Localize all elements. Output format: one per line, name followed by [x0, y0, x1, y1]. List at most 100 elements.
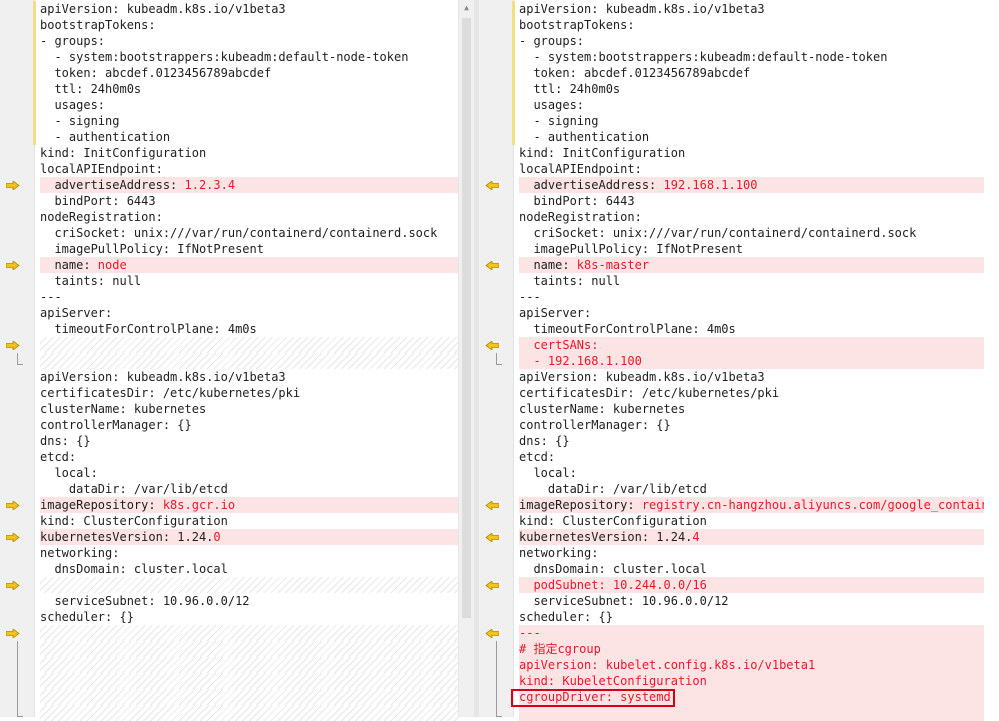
code-line[interactable]: clusterName: kubernetes [479, 401, 984, 417]
code-line[interactable]: clusterName: kubernetes [0, 401, 459, 417]
code-line[interactable]: - groups: [0, 33, 459, 49]
code-line[interactable]: --- [479, 289, 984, 305]
code-line[interactable]: - system:bootstrappers:kubeadm:default-n… [0, 49, 459, 65]
code-line[interactable]: token: abcdef.0123456789abcdef [479, 65, 984, 81]
code-line[interactable]: bootstrapTokens: [479, 17, 984, 33]
code-line[interactable]: local: [0, 465, 459, 481]
code-line[interactable]: kubernetesVersion: 1.24.4 [479, 529, 984, 545]
code-line[interactable]: timeoutForControlPlane: 4m0s [0, 321, 459, 337]
code-line[interactable]: controllerManager: {} [479, 417, 984, 433]
code-line[interactable]: scheduler: {} [479, 609, 984, 625]
code-line[interactable]: dnsDomain: cluster.local [479, 561, 984, 577]
copy-right-arrow-icon[interactable] [4, 625, 24, 641]
code-line[interactable]: dnsDomain: cluster.local [0, 561, 459, 577]
code-line[interactable]: apiVersion: kubelet.config.k8s.io/v1beta… [479, 657, 984, 673]
copy-left-arrow-icon[interactable] [483, 625, 503, 641]
copy-left-arrow-icon[interactable] [483, 497, 503, 513]
code-line[interactable]: apiVersion: kubeadm.k8s.io/v1beta3 [479, 369, 984, 385]
code-line[interactable] [0, 625, 459, 641]
code-line[interactable]: certSANs: [479, 337, 984, 353]
code-line[interactable]: etcd: [479, 449, 984, 465]
code-line[interactable]: imageRepository: k8s.gcr.io [0, 497, 459, 513]
code-line[interactable]: imageRepository: registry.cn-hangzhou.al… [479, 497, 984, 513]
code-line[interactable]: nodeRegistration: [0, 209, 459, 225]
code-line[interactable]: certificatesDir: /etc/kubernetes/pki [479, 385, 984, 401]
code-line[interactable]: certificatesDir: /etc/kubernetes/pki [0, 385, 459, 401]
code-line[interactable]: name: k8s-master [479, 257, 984, 273]
code-line[interactable]: networking: [479, 545, 984, 561]
code-line[interactable]: kind: ClusterConfiguration [0, 513, 459, 529]
copy-left-arrow-icon[interactable] [483, 177, 503, 193]
code-line[interactable]: apiVersion: kubeadm.k8s.io/v1beta3 [0, 369, 459, 385]
code-line[interactable]: local: [479, 465, 984, 481]
code-line[interactable]: imagePullPolicy: IfNotPresent [479, 241, 984, 257]
code-line[interactable]: etcd: [0, 449, 459, 465]
code-line[interactable]: bootstrapTokens: [0, 17, 459, 33]
copy-right-arrow-icon[interactable] [4, 577, 24, 593]
code-line[interactable]: --- [0, 289, 459, 305]
code-line[interactable] [479, 705, 984, 721]
code-line[interactable]: bindPort: 6443 [0, 193, 459, 209]
code-line[interactable]: ttl: 24h0m0s [0, 81, 459, 97]
code-line[interactable]: criSocket: unix:///var/run/containerd/co… [0, 225, 459, 241]
code-line[interactable]: localAPIEndpoint: [0, 161, 459, 177]
code-line[interactable]: - signing [479, 113, 984, 129]
code-line[interactable]: kind: ClusterConfiguration [479, 513, 984, 529]
code-line[interactable]: token: abcdef.0123456789abcdef [0, 65, 459, 81]
code-line[interactable]: apiServer: [0, 305, 459, 321]
code-line[interactable]: - system:bootstrappers:kubeadm:default-n… [479, 49, 984, 65]
copy-left-arrow-icon[interactable] [483, 529, 503, 545]
code-line[interactable]: - groups: [479, 33, 984, 49]
copy-left-arrow-icon[interactable] [483, 337, 503, 353]
code-line[interactable]: - signing [0, 113, 459, 129]
code-line[interactable] [0, 353, 459, 369]
code-line[interactable]: bindPort: 6443 [479, 193, 984, 209]
code-line[interactable]: taints: null [479, 273, 984, 289]
code-line[interactable]: dataDir: /var/lib/etcd [0, 481, 459, 497]
code-line[interactable]: - 192.168.1.100 [479, 353, 984, 369]
code-line[interactable]: --- [479, 625, 984, 641]
code-line[interactable]: kind: InitConfiguration [479, 145, 984, 161]
code-line[interactable]: - authentication [0, 129, 459, 145]
copy-right-arrow-icon[interactable] [4, 257, 24, 273]
code-line[interactable]: apiVersion: kubeadm.k8s.io/v1beta3 [0, 1, 459, 17]
code-line[interactable]: serviceSubnet: 10.96.0.0/12 [479, 593, 984, 609]
code-line[interactable]: usages: [0, 97, 459, 113]
copy-right-arrow-icon[interactable] [4, 177, 24, 193]
code-line[interactable]: - authentication [479, 129, 984, 145]
copy-right-arrow-icon[interactable] [4, 337, 24, 353]
code-line[interactable]: ttl: 24h0m0s [479, 81, 984, 97]
code-line[interactable]: imagePullPolicy: IfNotPresent [0, 241, 459, 257]
code-line[interactable] [0, 673, 459, 689]
code-line[interactable]: serviceSubnet: 10.96.0.0/12 [0, 593, 459, 609]
code-line[interactable]: localAPIEndpoint: [479, 161, 984, 177]
copy-right-arrow-icon[interactable] [4, 529, 24, 545]
code-line[interactable] [0, 657, 459, 673]
code-line[interactable]: kind: InitConfiguration [0, 145, 459, 161]
code-line[interactable]: # 指定cgroup [479, 641, 984, 657]
code-line[interactable] [0, 337, 459, 353]
code-line[interactable]: timeoutForControlPlane: 4m0s [479, 321, 984, 337]
code-line[interactable] [0, 641, 459, 657]
code-line[interactable]: kubernetesVersion: 1.24.0 [0, 529, 459, 545]
code-line[interactable]: dataDir: /var/lib/etcd [479, 481, 984, 497]
code-line[interactable]: apiVersion: kubeadm.k8s.io/v1beta3 [479, 1, 984, 17]
code-line[interactable]: nodeRegistration: [479, 209, 984, 225]
copy-left-arrow-icon[interactable] [483, 257, 503, 273]
left-vertical-scrollbar[interactable]: ▲ [458, 0, 474, 717]
left-scroll-thumb[interactable] [462, 18, 471, 618]
code-line[interactable]: dns: {} [0, 433, 459, 449]
code-line[interactable] [0, 577, 459, 593]
code-line[interactable] [0, 705, 459, 721]
code-line[interactable]: usages: [479, 97, 984, 113]
code-line[interactable]: apiServer: [479, 305, 984, 321]
code-line[interactable]: advertiseAddress: 192.168.1.100 [479, 177, 984, 193]
scroll-up-icon[interactable]: ▲ [459, 0, 474, 16]
code-line[interactable]: podSubnet: 10.244.0.0/16 [479, 577, 984, 593]
code-line[interactable]: controllerManager: {} [0, 417, 459, 433]
code-line[interactable]: kind: KubeletConfiguration [479, 673, 984, 689]
copy-right-arrow-icon[interactable] [4, 497, 24, 513]
right-diff-pane[interactable]: apiVersion: kubeadm.k8s.io/v1beta3 bootst… [479, 0, 999, 721]
code-line[interactable]: advertiseAddress: 1.2.3.4 [0, 177, 459, 193]
code-line[interactable]: scheduler: {} [0, 609, 459, 625]
